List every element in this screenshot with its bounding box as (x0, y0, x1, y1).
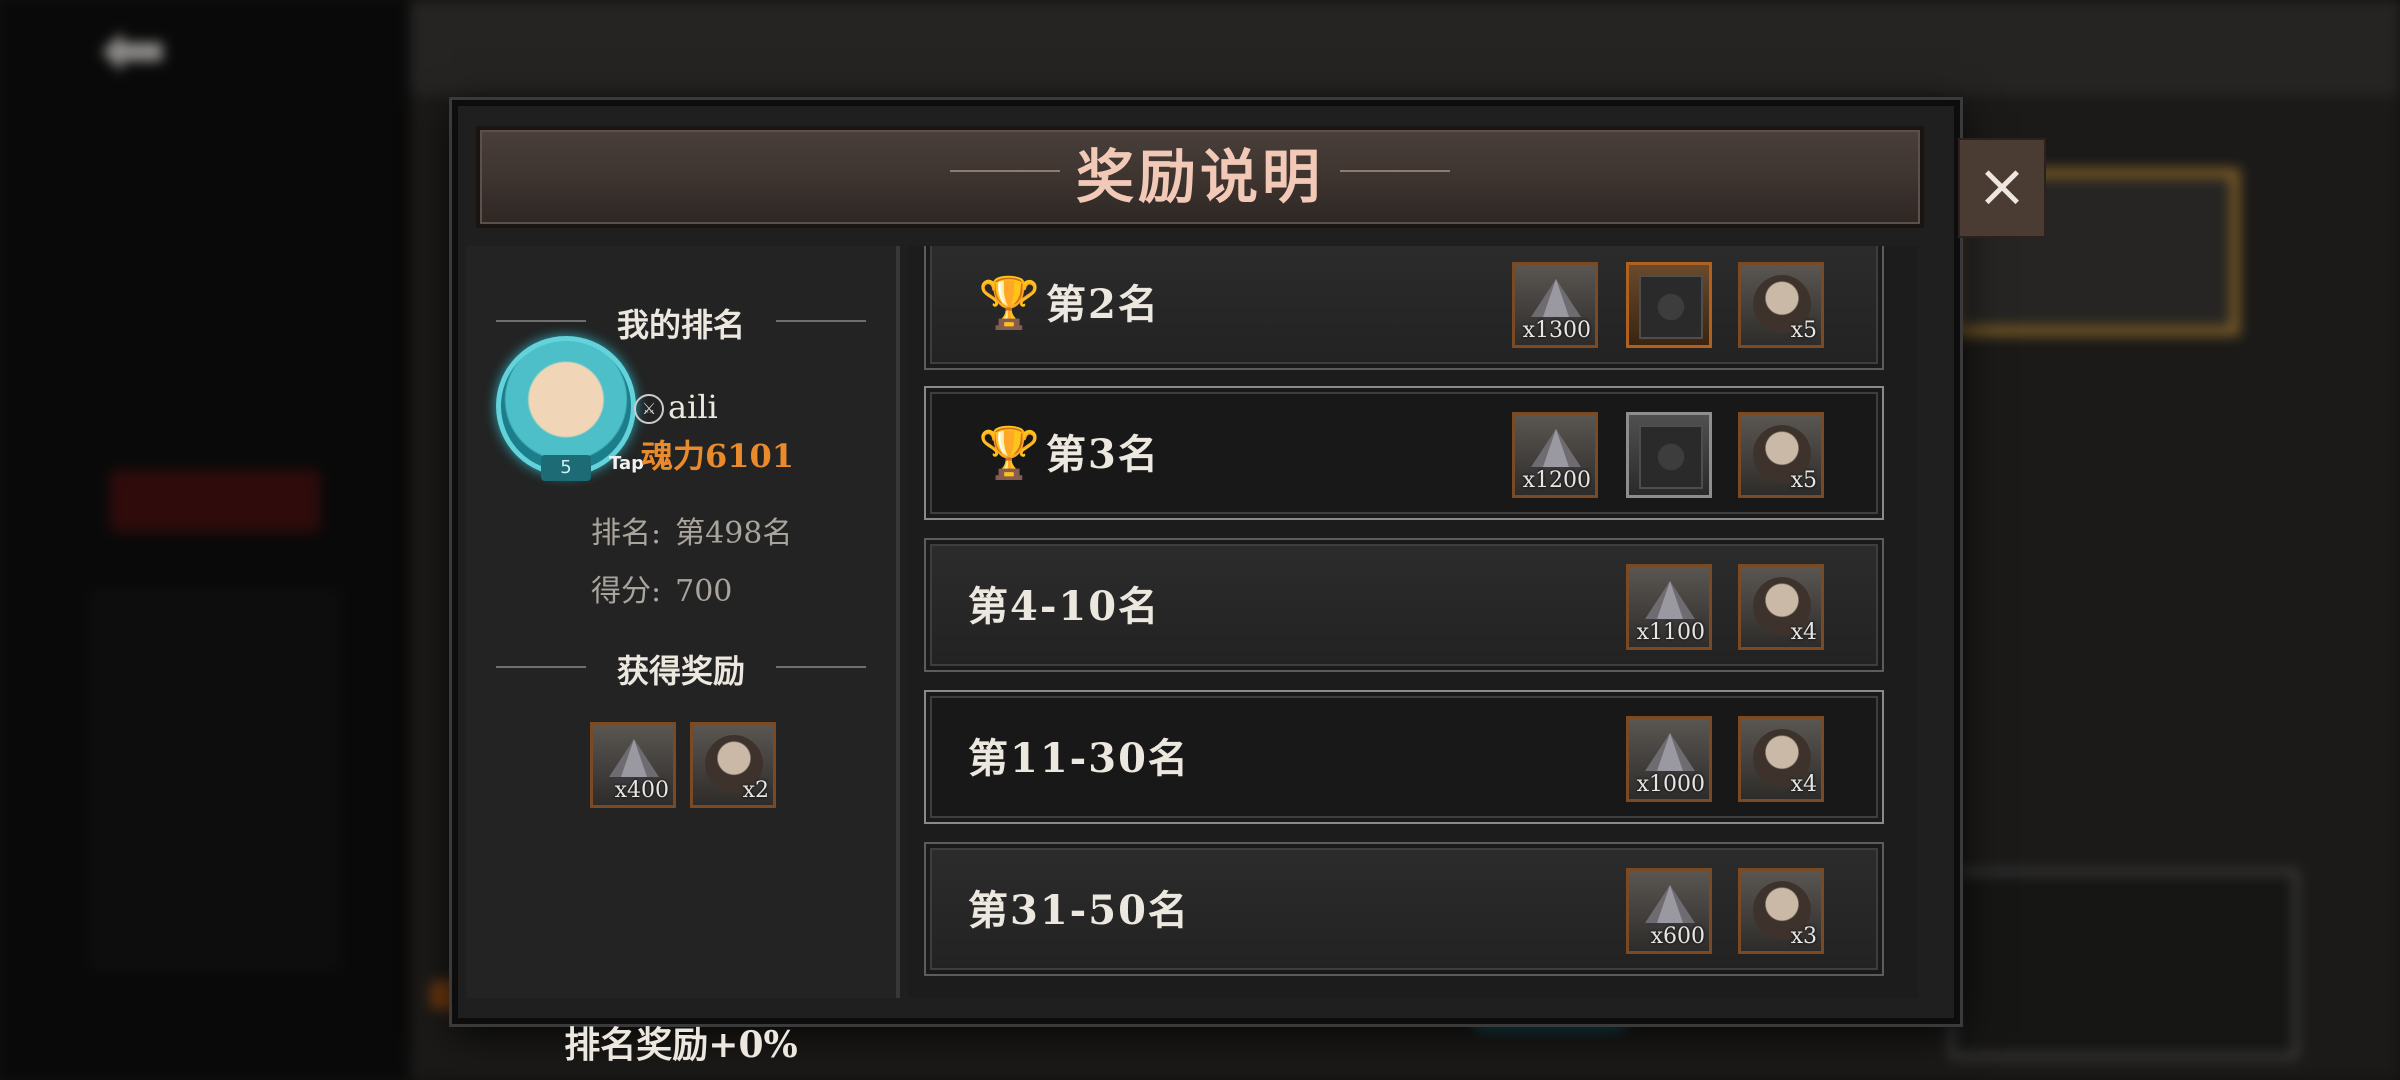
close-button[interactable]: × (1958, 138, 2046, 238)
score-stat: 得分: 700 (591, 566, 732, 610)
player-badge-icon: ⚔ (634, 394, 664, 424)
reward-item[interactable]: x4 (1738, 564, 1824, 650)
reward-count: x5 (1790, 318, 1817, 343)
reward-count: x1000 (1636, 772, 1705, 797)
silver-trophy-icon: 🏆 (978, 274, 1041, 332)
reward-item[interactable] (1626, 412, 1712, 498)
player-name: aili (668, 388, 718, 426)
reward-item[interactable]: x4 (1738, 716, 1824, 802)
ornament-frame-icon (1639, 275, 1703, 339)
rank-reward-row: 第11-30名 x1000 x4 (924, 690, 1884, 824)
reward-count: x1200 (1522, 468, 1591, 493)
reward-item[interactable]: x600 (1626, 868, 1712, 954)
reward-count: x600 (1650, 924, 1705, 949)
rank-bonus: 排名奖励+0% (564, 1024, 798, 1066)
reward-item[interactable]: x2 (690, 722, 776, 808)
avatar-tap-label: Tap (609, 453, 644, 474)
rank-label: 排名: (591, 516, 662, 551)
rank-range-label: 第3名 (1046, 431, 1160, 478)
score-label: 得分: (591, 574, 662, 609)
rank-value: 第498名 (675, 516, 793, 551)
reward-item[interactable]: x1200 (1512, 412, 1598, 498)
rank-reward-row: 🏆 第2名 x1300 x5 (924, 246, 1884, 370)
avatar-level: 5 (541, 455, 591, 481)
reward-item[interactable]: x400 (590, 722, 676, 808)
reward-item[interactable]: x1300 (1512, 262, 1598, 348)
reward-item[interactable]: x1000 (1626, 716, 1712, 802)
rank-range-label: 第31-50名 (968, 887, 1190, 934)
reward-count: x4 (1790, 772, 1817, 797)
dialog-title-bar: 奖励说明 (476, 126, 1924, 228)
reward-count: x3 (1790, 924, 1817, 949)
rank-reward-list[interactable]: 🏆 第2名 x1300 x5 🏆 第3名 x1200 x5 第4-10名 x11… (908, 246, 1918, 998)
rank-reward-row: 第31-50名 x600 x3 (924, 842, 1884, 976)
rank-range-label: 第2名 (1046, 281, 1160, 328)
score-value: 700 (675, 574, 733, 609)
my-rank-panel: 我的排名 5 Tap ⚔ aili 魂力6101 排名: 第498名 得分: 700… (466, 246, 900, 1066)
player-power: 魂力6101 (641, 437, 795, 475)
reward-item[interactable]: x5 (1738, 412, 1824, 498)
dialog-title: 奖励说明 (1075, 143, 1324, 211)
reward-count: x400 (614, 778, 669, 803)
rank-range-label: 第11-30名 (968, 735, 1190, 782)
reward-item[interactable]: x1100 (1626, 564, 1712, 650)
rank-reward-row: 第4-10名 x1100 x4 (924, 538, 1884, 672)
reward-item[interactable]: x3 (1738, 868, 1824, 954)
rank-range-label: 第4-10名 (968, 583, 1161, 630)
rank-reward-row: 🏆 第3名 x1200 x5 (924, 386, 1884, 520)
player-avatar[interactable]: 5 Tap (496, 336, 644, 481)
reward-count: x4 (1790, 620, 1817, 645)
ornament-frame-icon (1639, 425, 1703, 489)
reward-count: x1300 (1522, 318, 1591, 343)
title-ornament-right-icon (1340, 170, 1450, 172)
reward-count: x2 (742, 778, 769, 803)
reward-count: x5 (1790, 468, 1817, 493)
reward-item[interactable]: x5 (1738, 262, 1824, 348)
my-rank-header: 我的排名 (466, 300, 896, 346)
bronze-trophy-icon: 🏆 (978, 424, 1041, 482)
rank-stat: 排名: 第498名 (591, 508, 792, 552)
obtained-rewards-header: 获得奖励 (466, 646, 896, 692)
reward-item[interactable] (1626, 262, 1712, 348)
reward-count: x1100 (1636, 620, 1705, 645)
reward-info-dialog: 奖励说明 × 我的排名 5 Tap ⚔ aili 魂力6101 排名: 第498名… (452, 100, 2046, 1066)
